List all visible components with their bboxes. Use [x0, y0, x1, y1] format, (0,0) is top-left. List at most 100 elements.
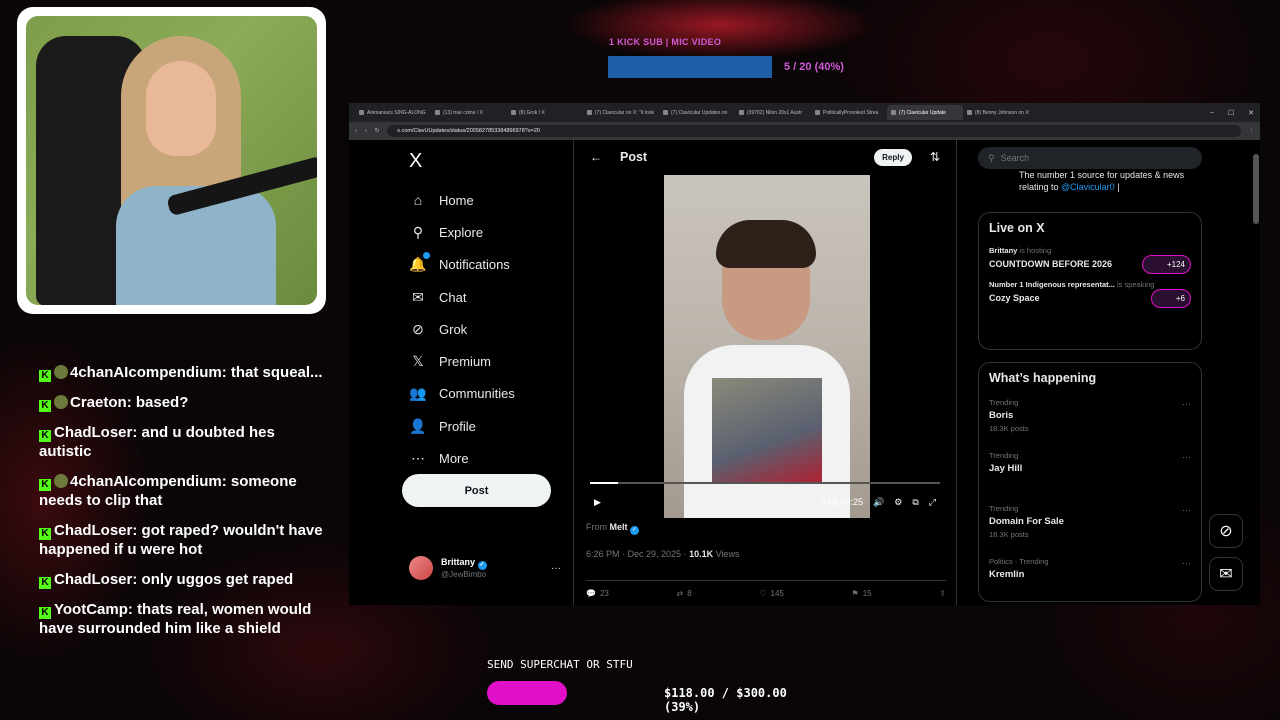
notification-badge — [423, 251, 430, 259]
nav-item-explore[interactable]: ⚲ Explore — [409, 216, 515, 248]
chat-message: K 4chanAIcompendium: someone needs to cli… — [39, 473, 297, 509]
share-icon: ⇪ — [939, 589, 946, 598]
video-player[interactable]: ▶ 0:02 / 0:25 🔊 ⚙ ⧉ ⤢ — [586, 175, 944, 518]
nav-label: Communities — [439, 386, 515, 402]
trend-item[interactable]: Trending Jay Hill ··· — [979, 446, 1201, 499]
extensions-icon[interactable]: ⋮ — [1249, 128, 1255, 134]
browser-tab[interactable]: (7) Clavicular Update — [887, 105, 963, 120]
live-host-line: Number 1 Indigenous representat... is sp… — [989, 280, 1191, 289]
more-dots-icon[interactable]: ··· — [1182, 452, 1191, 462]
tab-title: PoliticallyProvoked Strea — [823, 109, 879, 116]
kick-badge-icon: K — [39, 607, 51, 619]
search-input[interactable]: ⚲ Search — [978, 147, 1202, 169]
post-button[interactable]: Post — [402, 474, 551, 507]
scrollbar[interactable] — [1253, 154, 1259, 224]
nav-item-notifications[interactable]: 🔔 Notifications — [409, 249, 515, 281]
account-switcher[interactable]: Brittany ✓ @JewBimbo ··· — [409, 556, 561, 580]
x-logo[interactable]: X — [409, 150, 422, 173]
pip-icon[interactable]: ⧉ — [912, 497, 918, 508]
superchat-progress-text: $118.00 / $300.00 (39%) — [664, 686, 787, 714]
filter-icon[interactable]: ⇅ — [930, 150, 940, 164]
trend-item[interactable]: Trending Boris 18.3K posts ··· — [979, 393, 1201, 446]
trends-card: What’s happening Trending Boris 18.3K post… — [978, 362, 1202, 602]
tab-favicon-icon — [511, 110, 516, 115]
browser-tab[interactable]: (39702) Nilon 20x1 Austr — [735, 110, 811, 116]
tab-favicon-icon — [967, 110, 972, 115]
avatar — [409, 556, 433, 580]
video-progress-bar[interactable] — [590, 482, 940, 484]
more-dots-icon[interactable]: ··· — [551, 563, 561, 574]
nav-glyph: ⋯ — [411, 450, 425, 467]
trend-count: 18.3K posts — [989, 424, 1029, 433]
superchat-progress-bar: $118.00 / $300.00 (39%) — [487, 681, 827, 714]
live-space-row[interactable]: Brittany is hosting COUNTDOWN BEFORE 2026… — [979, 243, 1201, 277]
trend-item[interactable]: Politics · Trending Kremlin ··· — [979, 552, 1201, 601]
nav-glyph: 👤 — [409, 417, 427, 434]
messages-fab-icon[interactable]: ✉ — [1209, 557, 1243, 591]
chat-message: K ChadLoser: only uggos get raped — [39, 570, 324, 589]
video-hair — [716, 220, 816, 268]
tab-title: (7) Clavicular Updates on — [671, 109, 728, 116]
nav-item-profile[interactable]: 👤 Profile — [409, 410, 515, 442]
minimize-icon[interactable]: – — [1210, 109, 1214, 117]
live-title: Live on X — [989, 221, 1045, 235]
like-action[interactable]: ♡ 145 — [759, 589, 784, 598]
trend-item[interactable]: Trending Domain For Sale 18.3K posts ··· — [979, 499, 1201, 552]
browser-tab[interactable]: (8) Grok / X — [507, 110, 583, 116]
post-header: ← Post Reply ⇅ — [574, 140, 956, 174]
volume-icon[interactable]: 🔊 — [873, 497, 884, 508]
forward-icon[interactable]: › — [365, 128, 367, 134]
nav-glyph: 𝕏 — [412, 353, 424, 370]
browser-tab[interactable]: (7) Clavicular Updates on — [659, 110, 735, 116]
nav-item-grok[interactable]: ⊘ Grok — [409, 313, 515, 345]
trend-category: Trending — [989, 398, 1019, 407]
browser-tab[interactable]: (7) Clavicular on X: "It look — [583, 110, 659, 116]
back-arrow-icon[interactable]: ← — [590, 150, 602, 164]
close-icon[interactable]: ✕ — [1248, 109, 1254, 117]
reply-action[interactable]: 💬 23 — [586, 589, 609, 598]
repost-action[interactable]: ⇄ 8 — [677, 589, 692, 598]
bell-icon: 🔔 — [409, 251, 430, 274]
browser-tab[interactable]: PoliticallyProvoked Strea — [811, 110, 887, 116]
reload-icon[interactable]: ↻ — [375, 128, 380, 134]
grok-fab-icon[interactable]: ⊘ — [1209, 514, 1243, 548]
nav-glyph: ⌂ — [413, 192, 423, 209]
chat-text: only uggos get raped — [141, 571, 294, 588]
tab-favicon-icon — [663, 110, 668, 115]
chat-username: YootCamp — [54, 601, 128, 618]
back-icon[interactable]: ‹ — [355, 128, 357, 134]
settings-icon[interactable]: ⚙ — [894, 497, 902, 508]
fullscreen-icon[interactable]: ⤢ — [929, 497, 936, 508]
reply-button[interactable]: Reply — [874, 148, 912, 166]
share-action[interactable]: ⇪ — [939, 589, 946, 598]
more-dots-icon[interactable]: ··· — [1182, 558, 1191, 568]
nav-item-communities[interactable]: 👥 Communities — [409, 378, 515, 410]
bookmark-icon: ⚑ — [851, 589, 859, 598]
nav-label: Home — [439, 192, 474, 208]
url-field[interactable]: x.com/ClavUUpdates/status/20058278533848… — [387, 125, 1241, 137]
tab-title: (8) Benny Johnson on X: — [975, 109, 1031, 116]
live-space-row[interactable]: Number 1 Indigenous representat... is sp… — [979, 277, 1201, 311]
maximize-icon[interactable]: ☐ — [1228, 109, 1234, 117]
nav-item-chat[interactable]: ✉ Chat — [409, 281, 515, 313]
browser-tab[interactable]: (8) Benny Johnson on X: — [963, 110, 1039, 116]
nav-glyph: ✉ — [412, 288, 424, 305]
chat-message: K Craeton: based? — [39, 393, 324, 412]
timestamp: 6:26 PM · Dec 29, 2025 · — [586, 549, 690, 559]
browser-tab[interactable]: (13) true crime / X — [431, 110, 507, 116]
browser-tab[interactable]: Animaniacs SING-ALONG — [355, 110, 431, 116]
nav-item-premium[interactable]: 𝕏 Premium — [409, 345, 515, 377]
more-dots-icon[interactable]: ··· — [1182, 505, 1191, 515]
bookmark-action[interactable]: ⚑ 15 — [852, 589, 872, 598]
nav-item-more[interactable]: ⋯ More — [409, 442, 515, 474]
snippet-link[interactable]: @Clavicular0 — [1061, 182, 1115, 192]
trend-name: Boris — [989, 410, 1014, 421]
trend-name: Domain For Sale — [989, 516, 1064, 527]
chat-message: K ChadLoser: and u doubted hes autistic — [39, 424, 275, 460]
chat-message: K YootCamp: thats real, women would have … — [39, 601, 312, 637]
play-icon[interactable]: ▶ — [594, 497, 601, 508]
x-premium-icon: 𝕏 — [409, 353, 427, 371]
more-dots-icon[interactable]: ··· — [1182, 399, 1191, 409]
source-name[interactable]: Melt — [610, 522, 628, 532]
nav-item-home[interactable]: ⌂ Home — [409, 184, 515, 216]
